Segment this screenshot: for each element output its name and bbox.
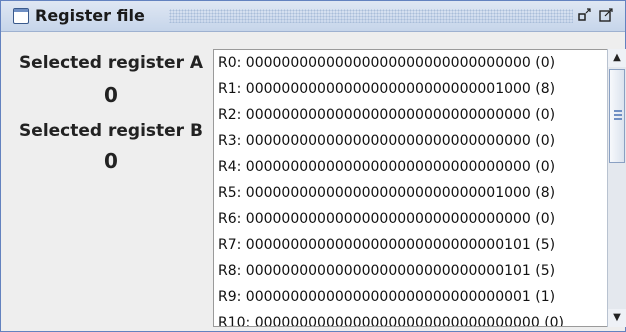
- list-item[interactable]: R0: 00000000000000000000000000000000 (0): [218, 50, 555, 76]
- list-item[interactable]: R7: 00000000000000000000000000000101 (5): [218, 232, 555, 258]
- maximize-icon[interactable]: [599, 8, 613, 22]
- restore-icon[interactable]: [577, 8, 591, 22]
- list-item[interactable]: R1: 00000000000000000000000000001000 (8): [218, 76, 555, 102]
- register-file-window: Register file Selected register A 0 Sele…: [0, 0, 626, 332]
- selected-register-b-value: 0: [104, 149, 118, 173]
- window-icon: [13, 8, 29, 24]
- selected-register-a-value: 0: [104, 83, 118, 107]
- list-item[interactable]: R6: 00000000000000000000000000000000 (0): [218, 206, 555, 232]
- selected-registers-panel: Selected register A 0 Selected register …: [9, 49, 213, 329]
- window-title: Register file: [35, 6, 145, 25]
- list-item[interactable]: R2: 00000000000000000000000000000000 (0): [218, 102, 555, 128]
- selected-register-b-label: Selected register B: [19, 121, 203, 141]
- title-bar-pattern: [169, 9, 573, 23]
- scroll-thumb[interactable]: [609, 69, 625, 163]
- grip-line: [614, 114, 622, 116]
- scroll-down-arrow-icon[interactable]: ▼: [608, 309, 626, 327]
- list-item[interactable]: R10: 00000000000000000000000000000000 (0…: [218, 310, 564, 326]
- register-list[interactable]: R0: 00000000000000000000000000000000 (0)…: [213, 49, 609, 327]
- title-bar[interactable]: Register file: [1, 1, 625, 32]
- grip-line: [614, 110, 622, 112]
- list-item[interactable]: R3: 00000000000000000000000000000000 (0): [218, 128, 555, 154]
- list-item[interactable]: R5: 00000000000000000000000000001000 (8): [218, 180, 555, 206]
- grip-line: [614, 118, 622, 120]
- scroll-up-arrow-icon[interactable]: ▲: [608, 49, 626, 67]
- register-list-scrollbar[interactable]: ▲ ▼: [607, 49, 626, 327]
- list-item[interactable]: R8: 00000000000000000000000000000101 (5): [218, 258, 555, 284]
- list-item[interactable]: R9: 00000000000000000000000000000001 (1): [218, 284, 555, 310]
- list-item[interactable]: R4: 00000000000000000000000000000000 (0): [218, 154, 555, 180]
- selected-register-a-label: Selected register A: [18, 53, 204, 73]
